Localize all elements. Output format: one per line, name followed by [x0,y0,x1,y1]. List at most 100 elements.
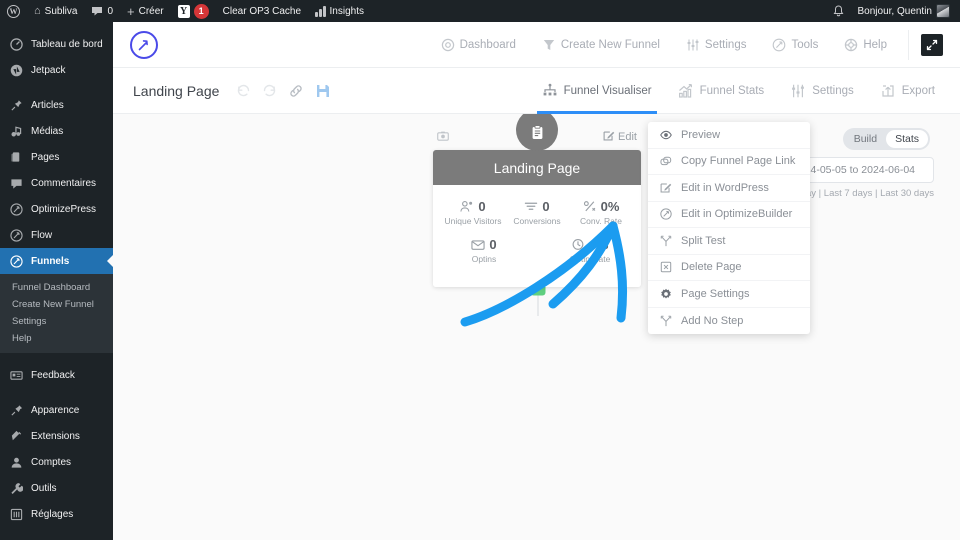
wp-admin-bar: W ⌂ Subliva 0 + Créer Y 1 Clear OP3 Cach… [0,0,960,22]
sidebar-item-funnels[interactable]: Funnels [0,248,113,274]
comments-button[interactable]: 0 [84,0,120,22]
menu-item-delete-page[interactable]: Delete Page [648,255,810,281]
sidebar-item-commentaires[interactable]: Commentaires [0,170,113,196]
sidebar-label: Articles [31,99,64,111]
step-card[interactable]: Landing Page 0 Unique Visitors 0 Convers… [433,150,641,287]
stat-label: Optin Rate [569,254,611,264]
wp-logo-button[interactable]: W [0,0,27,22]
sidebar-label: Outils [31,482,57,494]
menu-item-page-settings[interactable]: Page Settings [648,281,810,308]
sidebar-item-outils[interactable]: Outils [0,475,113,501]
opnav-divider [908,29,909,60]
home-icon: ⌂ [34,5,41,17]
funnel-step: Edit Landing Page 0 Unique Visitors 0 Co… [433,114,641,287]
notifications-button[interactable] [826,0,851,22]
dashboard-circle-icon [441,38,455,52]
sidebar-item-reglages[interactable]: Réglages [0,501,113,527]
stat-value: 0% [600,199,620,214]
build-stats-toggle[interactable]: Build Stats [842,128,930,150]
menu-item-edit-in-optimizebuilder[interactable]: Edit in OptimizeBuilder [648,202,810,228]
funnel-canvas: Build Stats 2024-05-05 to 2024-06-04 Tod… [113,114,960,540]
sidebar-label: Apparence [31,404,80,416]
stat-label: Optins [471,254,497,264]
sidebar-label: Réglages [31,508,74,520]
percent-icon [583,200,597,213]
step-edit-button[interactable]: Edit [603,130,637,145]
link-icon[interactable] [288,83,304,99]
edit-square-icon [660,182,672,194]
dashboard-icon [9,37,24,52]
menu-item-add-no-step[interactable]: Add No Step [648,308,810,335]
stat-value: 0 [489,237,497,252]
tab-settings[interactable]: Settings [777,68,867,114]
eye-icon [660,130,672,140]
opnav-settings[interactable]: Settings [673,22,760,68]
rocket-icon [660,208,672,220]
submenu-item-funnel-dashboard[interactable]: Funnel Dashboard [0,279,113,296]
sidebar-item-flow[interactable]: Flow [0,222,113,248]
optimizepress-logo-icon[interactable] [130,30,158,59]
tab-funnel-stats[interactable]: Funnel Stats [665,68,778,114]
site-name-label: Subliva [44,5,78,17]
clear-cache-label: Clear OP3 Cache [222,5,302,17]
date-quick-links[interactable]: Today | Last 7 days | Last 30 days [791,188,934,199]
clear-op3-cache-button[interactable]: Clear OP3 Cache [216,0,308,22]
stat-label: Unique Visitors [444,216,502,226]
opnav-dashboard[interactable]: Dashboard [428,22,529,68]
save-icon[interactable] [315,83,331,99]
stat-value: 0 [542,199,550,214]
submenu-item-help[interactable]: Help [0,330,113,347]
sidebar-item-comptes[interactable]: Comptes [0,449,113,475]
redo-icon[interactable] [262,83,277,98]
tab-export[interactable]: Export [867,68,948,114]
clock-icon [572,238,586,251]
sidebar-top-gap [0,22,113,31]
stat-value-wrap: 0 [452,237,516,252]
site-name-button[interactable]: ⌂ Subliva [27,0,84,22]
menu-item-split-test[interactable]: Split Test [648,228,810,255]
yoast-icon: Y [177,4,190,18]
undo-icon[interactable] [236,83,251,98]
sidebar-item-medias[interactable]: Médias [0,118,113,144]
tab-label: Export [901,84,935,97]
toggle-option-stats[interactable]: Stats [886,130,928,148]
sidebar-item-pages[interactable]: Pages [0,144,113,170]
sidebar-item-yoast-seo[interactable]: Yoast SEO 1 [0,536,113,540]
submenu-item-settings[interactable]: Settings [0,313,113,330]
insights-button[interactable]: Insights [308,0,371,22]
fullscreen-icon[interactable] [921,33,943,56]
sidebar-item-optimizepress[interactable]: OptimizePress [0,196,113,222]
clipboard-icon [530,124,545,144]
funnels-submenu: Funnel Dashboard Create New Funnel Setti… [0,274,113,353]
sidebar-item-apparence[interactable]: Apparence [0,397,113,423]
submenu-item-create-new-funnel[interactable]: Create New Funnel [0,296,113,313]
menu-item-preview[interactable]: Preview [648,122,810,149]
export-icon [880,83,896,99]
stat-conversions: 0 Conversions [505,199,569,226]
camera-icon[interactable] [437,130,449,145]
sidebar-item-extensions[interactable]: Extensions [0,423,113,449]
menu-label: Delete Page [681,261,742,274]
account-menu-button[interactable]: Bonjour, Quentin [851,0,960,22]
new-content-button[interactable]: + Créer [120,0,171,22]
greeting-label: Bonjour, Quentin [857,5,933,17]
sidebar-item-articles[interactable]: Articles [0,92,113,118]
opnav-help[interactable]: Help [831,22,900,68]
sidebar-item-feedback[interactable]: Feedback [0,362,113,388]
opnav-tools[interactable]: Tools [759,22,831,68]
brush-icon [9,403,24,418]
stat-optins: 0 Optins [452,237,516,264]
menu-label: Edit in OptimizeBuilder [681,208,793,221]
opnav-create-new-funnel[interactable]: Create New Funnel [529,22,673,68]
tab-funnel-visualiser[interactable]: Funnel Visualiser [529,68,665,114]
menu-item-edit-in-wordpress[interactable]: Edit in WordPress [648,175,810,202]
menu-item-copy-funnel-page-link[interactable]: Copy Funnel Page Link [648,149,810,175]
sidebar-label: Tableau de bord [31,38,103,50]
toggle-option-build[interactable]: Build [845,130,886,148]
opnav-label: Tools [791,38,819,51]
yoast-adminbar-button[interactable]: Y 1 [171,0,216,22]
sidebar-item-dashboard[interactable]: Tableau de bord [0,31,113,57]
sidebar-item-jetpack[interactable]: Jetpack [0,57,113,83]
